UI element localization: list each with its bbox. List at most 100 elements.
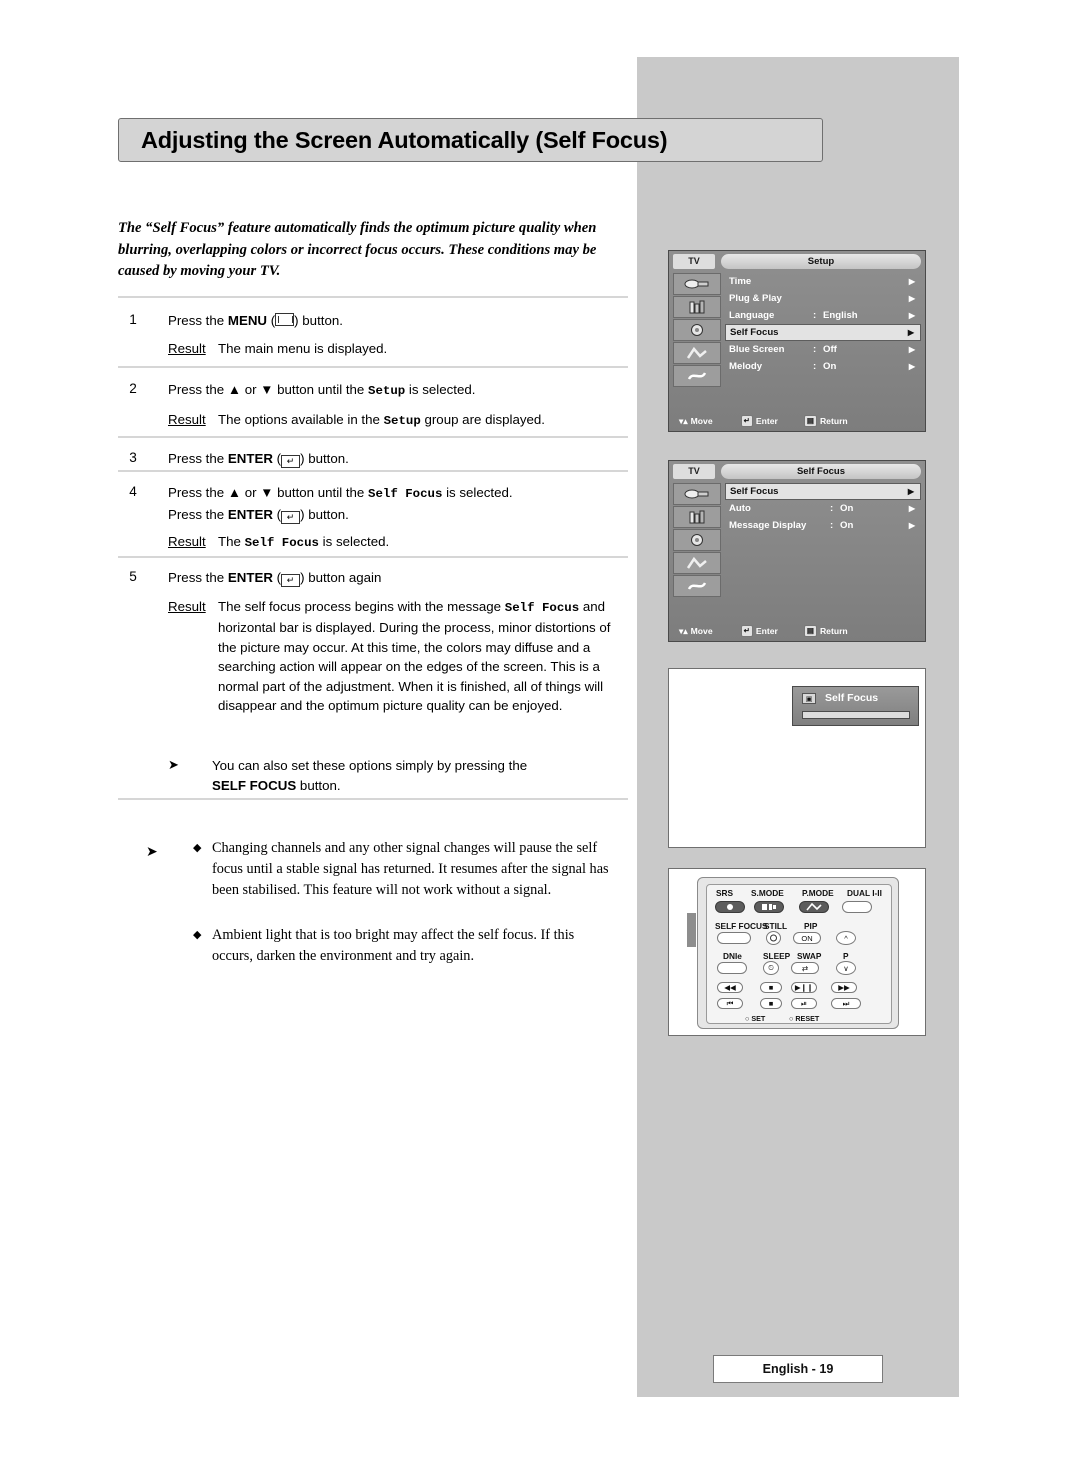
sound-mode-button[interactable] (754, 901, 784, 913)
divider-5 (118, 556, 628, 558)
feature-icon[interactable] (673, 552, 721, 574)
osd-selffocus-title: Self Focus (721, 464, 921, 479)
sound-icon[interactable] (673, 296, 721, 318)
self-focus-button[interactable] (717, 932, 751, 944)
row-arrow-icon: ▶ (908, 520, 915, 530)
channel-up-button[interactable]: ^ (836, 931, 856, 945)
step-2-result-label: Result (168, 411, 206, 427)
osd-row-language[interactable]: Language : English ▶ (725, 307, 921, 324)
osd-setup-rows: Time ▶ Plug & Play ▶ Language : English … (725, 273, 921, 375)
self-focus-osd-message: ▣ Self Focus (792, 686, 919, 726)
divider-4 (118, 470, 628, 472)
footer-enter: ↵ Enter (740, 415, 778, 427)
pip-on-button[interactable]: ON (793, 932, 821, 944)
picture-icon[interactable] (673, 273, 721, 295)
osd-row-blue-screen[interactable]: Blue Screen : Off ▶ (725, 341, 921, 358)
step-1-result-label: Result (168, 340, 206, 356)
dnie-button[interactable] (717, 962, 747, 974)
skip-forward-button[interactable]: ⏭ (831, 998, 861, 1009)
feature-icon[interactable] (673, 342, 721, 364)
note-2: Ambient light that is too bright may aff… (212, 927, 575, 964)
swap-button[interactable]: ⇄ (791, 962, 819, 974)
step-2-result: The options available in the Setup group… (218, 411, 545, 428)
self-focus-message-label: Self Focus (825, 692, 879, 704)
menu-key-icon: ▤ (803, 415, 817, 427)
rewind-button[interactable]: ◀◀ (717, 982, 743, 993)
label-swap: SWAP (797, 951, 822, 961)
enter-key-icon: ↵ (740, 415, 753, 427)
footer-move: ▾▴ Move (679, 625, 713, 637)
osd-setup-icon-column (673, 273, 721, 388)
srs-button[interactable] (715, 901, 745, 913)
step-5-body: Press the ENTER (↵) button again Result … (168, 568, 628, 716)
dual-button[interactable] (842, 901, 872, 913)
note-1: Changing channels and any other signal c… (212, 840, 609, 898)
self-focus-icon: ▣ (802, 693, 816, 704)
skip-back-button[interactable]: ⏮ (717, 998, 743, 1009)
setup-icon[interactable] (673, 575, 721, 597)
row-arrow-icon: ▶ (908, 344, 915, 354)
stop-button[interactable]: ■ (760, 982, 782, 993)
channel-icon[interactable] (673, 319, 721, 341)
move-icon: ▾▴ (679, 625, 688, 636)
step-2-number: 2 (129, 381, 137, 396)
self-focus-progress-panel: ▣ Self Focus (668, 668, 926, 848)
manual-page: Adjusting the Screen Automatically (Self… (0, 0, 1080, 1474)
step-5-number: 5 (129, 569, 137, 584)
row-arrow-icon: ▶ (908, 503, 915, 513)
footer-move: ▾▴ Move (679, 415, 713, 427)
step-5-result: The self focus process begins with the m… (218, 598, 611, 714)
page-title: Adjusting the Screen Automatically (Self… (141, 127, 668, 153)
label-p: P (843, 951, 849, 961)
label-self-focus: SELF FOCUS (715, 921, 768, 931)
step-1-number: 1 (129, 312, 137, 327)
label-set: ○ SET (745, 1014, 766, 1023)
divider-2 (118, 366, 628, 368)
footer-return: ▤ Return (803, 625, 848, 637)
diamond-bullet-icon-2: ◆ (193, 929, 202, 941)
step-4-number: 4 (129, 484, 137, 499)
picture-icon[interactable] (673, 483, 721, 505)
osd-row-self-focus[interactable]: Self Focus ▶ (725, 324, 921, 341)
osd-row-melody[interactable]: Melody : On ▶ (725, 358, 921, 375)
sound-icon[interactable] (673, 506, 721, 528)
osd-row-self-focus[interactable]: Self Focus ▶ (725, 483, 921, 500)
record-stop-button[interactable]: ■ (760, 998, 782, 1009)
step-1-body: Press the MENU () button. Result The mai… (168, 311, 628, 358)
footer-return: ▤ Return (803, 415, 848, 427)
self-focus-progress-bar (802, 711, 910, 719)
remote-body: SRS S.MODE P.MODE DUAL I-II SELF FOCUS S… (697, 877, 899, 1029)
sleep-button[interactable]: ⏲ (763, 961, 779, 975)
intro-paragraph: The “Self Focus” feature automatically f… (118, 220, 597, 279)
step-4-result-label: Result (168, 534, 206, 549)
row-arrow-icon: ▶ (908, 276, 915, 286)
osd-selffocus-icon-column (673, 483, 721, 598)
enter-key-icon: ↵ (740, 625, 753, 637)
channel-down-button[interactable]: ∨ (836, 961, 856, 975)
menu-key-icon: ▤ (803, 625, 817, 637)
channel-icon[interactable] (673, 529, 721, 551)
row-arrow-icon: ▶ (908, 361, 915, 371)
tip-text: You can also set these options simply by… (212, 758, 528, 793)
still-button[interactable] (766, 931, 781, 945)
pause-step-button[interactable]: ⏯ (791, 998, 817, 1009)
osd-row-plug-and-play[interactable]: Plug & Play ▶ (725, 290, 921, 307)
step-3-body: Press the ENTER (↵) button. (168, 451, 349, 468)
picture-mode-button[interactable] (799, 901, 829, 913)
osd-row-auto[interactable]: Auto : On ▶ (725, 500, 921, 517)
osd-row-time[interactable]: Time ▶ (725, 273, 921, 290)
play-pause-button[interactable]: ▶❙❙ (791, 982, 817, 993)
label-still: STILL (764, 921, 788, 931)
osd-selffocus-tv-tab: TV (673, 464, 715, 479)
step-5-result-label: Result (168, 598, 206, 614)
row-arrow-icon: ▶ (908, 293, 915, 303)
row-arrow-icon: ▶ (907, 486, 914, 496)
fast-forward-button[interactable]: ▶▶ (831, 982, 857, 993)
step-1-result: The main menu is displayed. (218, 340, 388, 356)
page-title-bar: Adjusting the Screen Automatically (Self… (118, 118, 823, 162)
label-sleep: SLEEP (763, 951, 791, 961)
osd-setup-menu: TV Setup Time ▶ Plug & Play ▶ Language:… (668, 250, 926, 432)
setup-icon[interactable] (673, 365, 721, 387)
osd-row-message-display[interactable]: Message Display : On ▶ (725, 517, 921, 534)
label-dual: DUAL I-II (847, 888, 882, 898)
